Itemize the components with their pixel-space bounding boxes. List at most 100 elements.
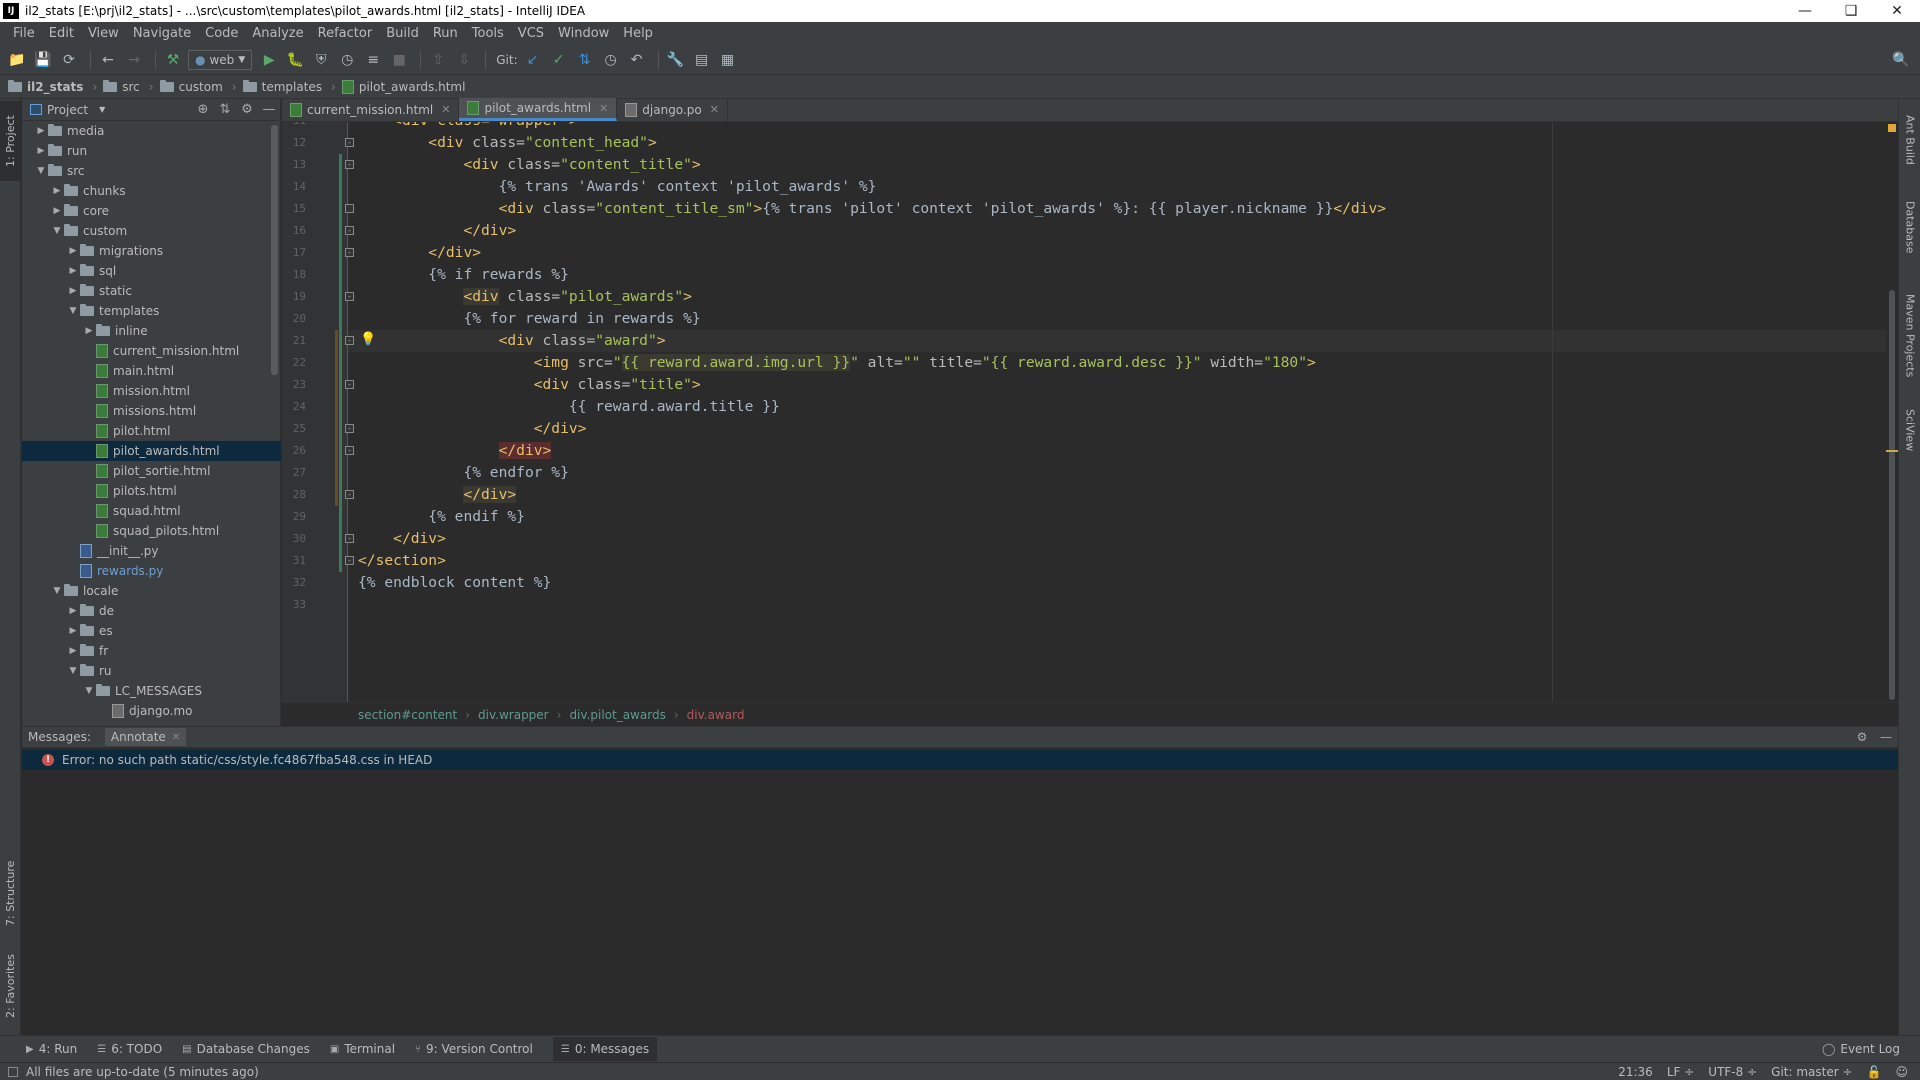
- collapsed-arrow-icon[interactable]: ▶: [66, 286, 80, 296]
- fold-marker-icon[interactable]: -: [345, 490, 354, 499]
- tree-item[interactable]: ▼ ru: [22, 661, 281, 681]
- event-log-button[interactable]: ◯ Event Log: [1822, 1042, 1900, 1056]
- tree-item[interactable]: ▶ media: [22, 121, 281, 141]
- menu-item-help[interactable]: Help: [616, 26, 660, 41]
- expanded-arrow-icon[interactable]: ▼: [66, 306, 80, 316]
- editor-breadcrumb-item[interactable]: div.award: [687, 708, 745, 722]
- collapsed-arrow-icon[interactable]: ▶: [82, 326, 96, 336]
- project-tool-tab[interactable]: 1: Project: [0, 101, 21, 181]
- open-folder-icon[interactable]: 📁: [6, 49, 28, 71]
- tree-item[interactable]: missions.html: [22, 401, 281, 421]
- project-scrollbar[interactable]: [271, 125, 278, 375]
- git-compare-icon[interactable]: ⇅: [574, 49, 596, 71]
- upload-icon[interactable]: ⇧: [427, 49, 449, 71]
- debug-icon[interactable]: 🐛: [284, 49, 306, 71]
- fold-marker-icon[interactable]: -: [345, 248, 354, 257]
- back-icon[interactable]: ←: [97, 49, 119, 71]
- tree-item[interactable]: ▶ sql: [22, 261, 281, 281]
- fold-marker-icon[interactable]: -: [345, 160, 354, 169]
- bottom-tool-terminal[interactable]: ▣ Terminal: [330, 1042, 395, 1056]
- hide-panel-icon[interactable]: —: [1874, 730, 1898, 744]
- gear-icon[interactable]: ⚙: [1850, 730, 1874, 744]
- fold-marker-icon[interactable]: -: [345, 226, 354, 235]
- stop-icon[interactable]: ■: [388, 49, 410, 71]
- tree-item[interactable]: ▶ migrations: [22, 241, 281, 261]
- save-all-icon[interactable]: 💾: [32, 49, 54, 71]
- tree-item[interactable]: django.mo: [22, 701, 281, 721]
- tree-item[interactable]: __init__.py: [22, 541, 281, 561]
- tree-item[interactable]: ▶ core: [22, 201, 281, 221]
- annotate-tab[interactable]: Annotate ✕: [104, 728, 187, 746]
- project-structure-icon[interactable]: ▤: [691, 49, 713, 71]
- structure-tool-tab[interactable]: 7: Structure: [0, 851, 21, 935]
- code-editor[interactable]: 11 12 - 13 - 14 15 16 - 17 - 18 19 - 20 21 - 22 23 - 24 25 - 26…: [282, 122, 1898, 702]
- fold-marker-icon[interactable]: -: [345, 380, 354, 389]
- file-encoding[interactable]: UTF-8 ÷: [1708, 1065, 1757, 1079]
- database-tool-tab[interactable]: Database: [1900, 191, 1920, 263]
- tree-item[interactable]: main.html: [22, 361, 281, 381]
- expanded-arrow-icon[interactable]: ▼: [66, 666, 80, 676]
- fold-marker-icon[interactable]: -: [345, 138, 354, 147]
- expanded-arrow-icon[interactable]: ▼: [50, 226, 64, 236]
- breadcrumb-item[interactable]: src ›: [103, 79, 154, 94]
- lock-icon[interactable]: 🔓: [1867, 1065, 1882, 1079]
- lightbulb-icon[interactable]: 💡: [360, 332, 376, 347]
- expanded-arrow-icon[interactable]: ▼: [50, 586, 64, 596]
- tree-item[interactable]: pilot.html: [22, 421, 281, 441]
- menu-item-view[interactable]: View: [81, 26, 126, 41]
- breadcrumb-item[interactable]: il2_stats ›: [8, 79, 97, 94]
- tree-item[interactable]: squad_pilots.html: [22, 521, 281, 541]
- tree-item[interactable]: pilot_sortie.html: [22, 461, 281, 481]
- restore-button[interactable]: ❑: [1828, 0, 1874, 22]
- sync-icon[interactable]: ⟳: [58, 49, 80, 71]
- fold-marker-icon[interactable]: -: [345, 534, 354, 543]
- git-update-icon[interactable]: ↙: [522, 49, 544, 71]
- expanded-arrow-icon[interactable]: ▼: [82, 686, 96, 696]
- profile-icon[interactable]: ◷: [336, 49, 358, 71]
- editor-scroll-thumb[interactable]: [1889, 290, 1895, 700]
- fold-marker-icon[interactable]: -: [345, 556, 354, 565]
- tree-item[interactable]: ▶ inline: [22, 321, 281, 341]
- collapsed-arrow-icon[interactable]: ▶: [66, 246, 80, 256]
- caret-position[interactable]: 21:36: [1618, 1065, 1653, 1079]
- editor-scrollbar[interactable]: [1886, 122, 1898, 702]
- hector-icon[interactable]: ☺: [1895, 1065, 1908, 1079]
- tree-item[interactable]: current_mission.html: [22, 341, 281, 361]
- error-message-row[interactable]: ! Error: no such path static/css/style.f…: [22, 750, 1898, 770]
- tree-item[interactable]: ▶ es: [22, 621, 281, 641]
- hide-panel-icon[interactable]: —: [258, 102, 280, 117]
- menu-item-navigate[interactable]: Navigate: [126, 26, 198, 41]
- run-icon[interactable]: ▶: [258, 49, 280, 71]
- menu-item-window[interactable]: Window: [551, 26, 616, 41]
- download-icon[interactable]: ⇩: [453, 49, 475, 71]
- forward-icon[interactable]: →: [123, 49, 145, 71]
- coverage-icon[interactable]: ⛨: [310, 49, 332, 71]
- collapsed-arrow-icon[interactable]: ▶: [66, 626, 80, 636]
- close-icon[interactable]: ✕: [599, 102, 608, 115]
- tree-item[interactable]: ▼ templates: [22, 301, 281, 321]
- menu-item-refactor[interactable]: Refactor: [311, 26, 380, 41]
- menu-item-build[interactable]: Build: [379, 26, 426, 41]
- project-view-select[interactable]: Project ▼: [30, 103, 192, 117]
- collapsed-arrow-icon[interactable]: ▶: [34, 126, 48, 136]
- breadcrumb-item[interactable]: pilot_awards.html: [341, 79, 465, 94]
- translate-icon[interactable]: ▦: [717, 49, 739, 71]
- menu-item-analyze[interactable]: Analyze: [245, 26, 310, 41]
- menu-item-edit[interactable]: Edit: [42, 26, 81, 41]
- tree-item[interactable]: mission.html: [22, 381, 281, 401]
- build-hammer-icon[interactable]: ⚒: [162, 49, 184, 71]
- sciview-tool-tab[interactable]: SciView: [1900, 399, 1920, 461]
- fold-marker-icon[interactable]: -: [345, 446, 354, 455]
- menu-item-run[interactable]: Run: [426, 26, 465, 41]
- editor-tab[interactable]: current_mission.html ✕: [282, 98, 460, 121]
- tree-item[interactable]: pilot_awards.html: [22, 441, 281, 461]
- collapsed-arrow-icon[interactable]: ▶: [34, 146, 48, 156]
- collapsed-arrow-icon[interactable]: ▶: [50, 186, 64, 196]
- collapse-all-icon[interactable]: ⇅: [214, 102, 236, 117]
- breadcrumb-item[interactable]: templates ›: [242, 79, 336, 94]
- fold-marker-icon[interactable]: -: [345, 424, 354, 433]
- gear-icon[interactable]: ⚙: [236, 102, 258, 117]
- tree-item[interactable]: ▶ run: [22, 141, 281, 161]
- ant-build-tool-tab[interactable]: Ant Build: [1900, 105, 1920, 175]
- minimize-button[interactable]: —: [1782, 0, 1828, 22]
